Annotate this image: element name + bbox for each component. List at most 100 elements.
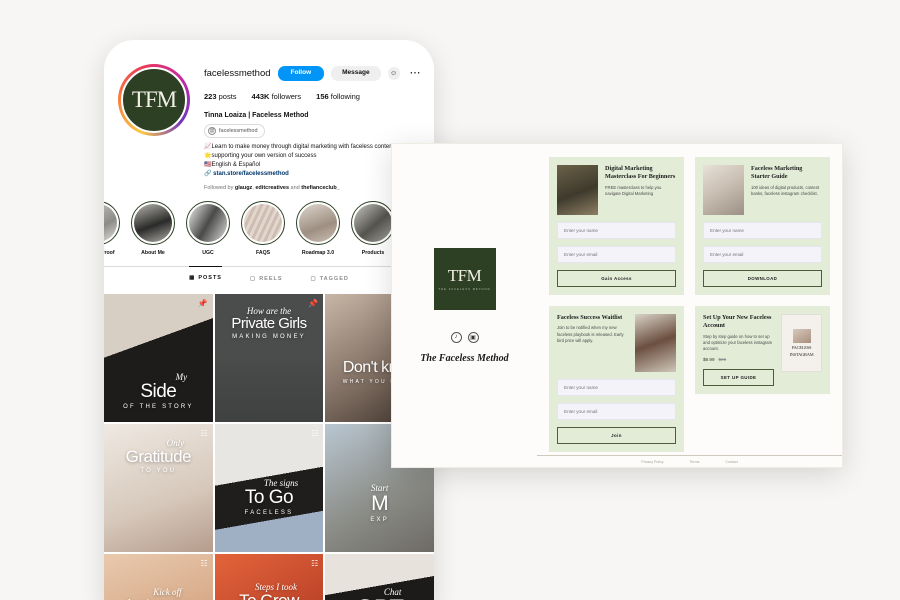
follow-button[interactable]: Follow (277, 66, 325, 81)
product-grid: Digital Marketing Masterclass For Beginn… (537, 144, 842, 467)
product-title: Set Up Your New Faceless Account (703, 314, 772, 330)
stat-followers[interactable]: 443K followers (252, 92, 302, 101)
cover-title-2: INSTAGRAM (789, 352, 814, 357)
name-input[interactable] (557, 379, 676, 396)
post-tile[interactable]: ☷ The signs To Go FACELESS (214, 423, 324, 552)
footer-link-terms[interactable]: Terms (690, 460, 700, 464)
stan-store-panel: TFM THE FACELESS METHOD ♪ ▣ The Faceless… (391, 143, 843, 468)
name-input[interactable] (557, 222, 676, 239)
carousel-icon: ☷ (311, 558, 319, 568)
gain-access-button[interactable]: Gain Access (557, 270, 676, 287)
highlight-roadmap[interactable]: Roadmap 3.0 (296, 200, 340, 256)
bio-link[interactable]: stan.store/facelessmethod (213, 171, 289, 177)
profile-display-name: Tinna Loaiza | Faceless Method (204, 111, 309, 119)
footer-link-contact[interactable]: Contact (725, 460, 737, 464)
price-current: $9.99 (703, 356, 715, 362)
product-image (703, 165, 744, 215)
highlight-label: Income Proof (104, 249, 115, 256)
avatar-story-ring[interactable]: TFM (118, 64, 190, 136)
stat-following[interactable]: 156 following (316, 92, 360, 101)
highlight-faqs[interactable]: FAQS (241, 200, 285, 256)
person-add-icon[interactable]: ☺ (387, 66, 400, 80)
instagram-icon[interactable]: ▣ (467, 331, 479, 343)
highlight-label: UGC (202, 249, 214, 256)
tab-label: TAGGED (319, 275, 349, 282)
setup-guide-button[interactable]: SET UP GUIDE (703, 368, 774, 386)
more-options-icon[interactable]: ⋯ (407, 68, 425, 79)
followed-by-1[interactable]: editcreatives (255, 185, 289, 191)
brand-name: The Faceless Method (420, 352, 509, 364)
instagram-profile: TFM facelessmethod Follow Message ☺ ⋯ 22… (104, 40, 434, 600)
email-input[interactable] (557, 246, 676, 263)
post-title: Private Girls (231, 314, 307, 332)
threads-handle: facelessmethod (219, 127, 258, 134)
post-tile[interactable]: Chat GPT PROMPTS (325, 553, 434, 600)
footer-link-privacy[interactable]: Privacy Policy (641, 460, 663, 464)
highlight-products[interactable]: Products (351, 200, 395, 256)
product-title: Faceless Marketing Starter Guide (751, 165, 803, 181)
profile-username: facelessmethod (204, 67, 271, 79)
tagged-icon: ▢ (310, 275, 317, 282)
post-sub: EXP (370, 516, 389, 523)
social-links: ♪ ▣ (450, 331, 479, 343)
product-title: Faceless Success Waitlist (557, 314, 623, 321)
product-description: Join to be notified when my new faceless… (557, 325, 624, 343)
post-title: Side (140, 380, 177, 402)
avatar-initials: TFM (131, 87, 177, 112)
post-tile[interactable]: ☷ Kick off Instagram (104, 553, 213, 600)
product-image (557, 165, 598, 215)
highlight-ugc[interactable]: UGC (186, 200, 230, 256)
post-sub: OF THE STORY (123, 403, 194, 410)
post-tile[interactable]: ☷ Steps I took To Grow MY ACCOUNT (214, 553, 324, 600)
brand-logo-tagline: THE FACELESS METHOD (438, 288, 491, 291)
story-highlights: Income Proof About Me UGC FAQS Roadmap 3… (104, 200, 434, 256)
email-input[interactable] (557, 403, 676, 420)
download-button[interactable]: DOWNLOAD (703, 270, 822, 287)
name-input[interactable] (703, 222, 822, 239)
tab-reels[interactable]: ▢ REELS (250, 276, 283, 287)
highlight-about-me[interactable]: About Me (131, 200, 175, 256)
tab-label: POSTS (198, 275, 222, 281)
post-grid: 📌 My Side OF THE STORY 📌 How are the Pri… (104, 293, 434, 600)
product-description: 100 ideas of digital products, content b… (751, 184, 820, 197)
threads-badge[interactable]: @ facelessmethod (204, 123, 265, 138)
post-tile[interactable]: ☷ Only Gratitude TO YOU (104, 423, 213, 552)
join-button[interactable]: Join (557, 427, 676, 444)
email-input[interactable] (703, 246, 822, 263)
product-description: FREE masterclass to help you navigate Di… (605, 184, 662, 197)
brand-logo-initials: TFM (447, 266, 482, 285)
screenshot-root: TFM facelessmethod Follow Message ☺ ⋯ 22… (0, 0, 900, 600)
tab-tagged[interactable]: ▢ TAGGED (311, 276, 349, 287)
product-title: Digital Marketing Masterclass For Beginn… (605, 165, 676, 181)
post-sub: FACELESS (244, 509, 294, 516)
post-tile[interactable]: 📌 How are the Private Girls MAKING MONEY (214, 293, 324, 422)
highlight-label: FAQS (255, 249, 271, 256)
threads-icon: @ (208, 126, 216, 135)
post-tile[interactable]: 📌 My Side OF THE STORY (104, 293, 213, 422)
product-price: $9.99 $25 (703, 357, 774, 362)
reels-icon: ▢ (249, 275, 257, 282)
grid-icon: ▦ (189, 275, 196, 281)
profile-header: TFM facelessmethod Follow Message ☺ ⋯ 22… (104, 40, 434, 191)
highlight-income-proof[interactable]: Income Proof (104, 200, 120, 256)
cover-title-1: FACELESS (791, 345, 812, 350)
carousel-icon: ☷ (311, 428, 319, 438)
stat-posts: 223 posts (204, 91, 237, 101)
highlight-label: Roadmap 3.0 (301, 249, 335, 256)
product-card-setup-guide: Set Up Your New Faceless Account Step by… (695, 306, 830, 394)
post-script: How are the (246, 305, 292, 316)
message-button[interactable]: Message (331, 66, 381, 81)
product-image: FACELESS INSTAGRAM (781, 314, 822, 372)
highlight-label: About Me (141, 249, 165, 256)
pin-icon: 📌 (197, 298, 208, 308)
followed-by-0[interactable]: glaugz (235, 185, 252, 191)
tab-posts[interactable]: ▦ POSTS (189, 265, 222, 287)
product-card-masterclass: Digital Marketing Masterclass For Beginn… (549, 157, 684, 295)
price-original: $25 (718, 356, 727, 362)
avatar: TFM (121, 67, 187, 133)
tiktok-icon[interactable]: ♪ (450, 331, 462, 343)
post-title: To Go (244, 486, 294, 508)
profile-tabs: ▦ POSTS ▢ REELS ▢ TAGGED (104, 265, 434, 294)
followed-by-prefix: Followed by (204, 184, 235, 191)
followed-by-2[interactable]: thefianceclub_ (301, 185, 340, 191)
